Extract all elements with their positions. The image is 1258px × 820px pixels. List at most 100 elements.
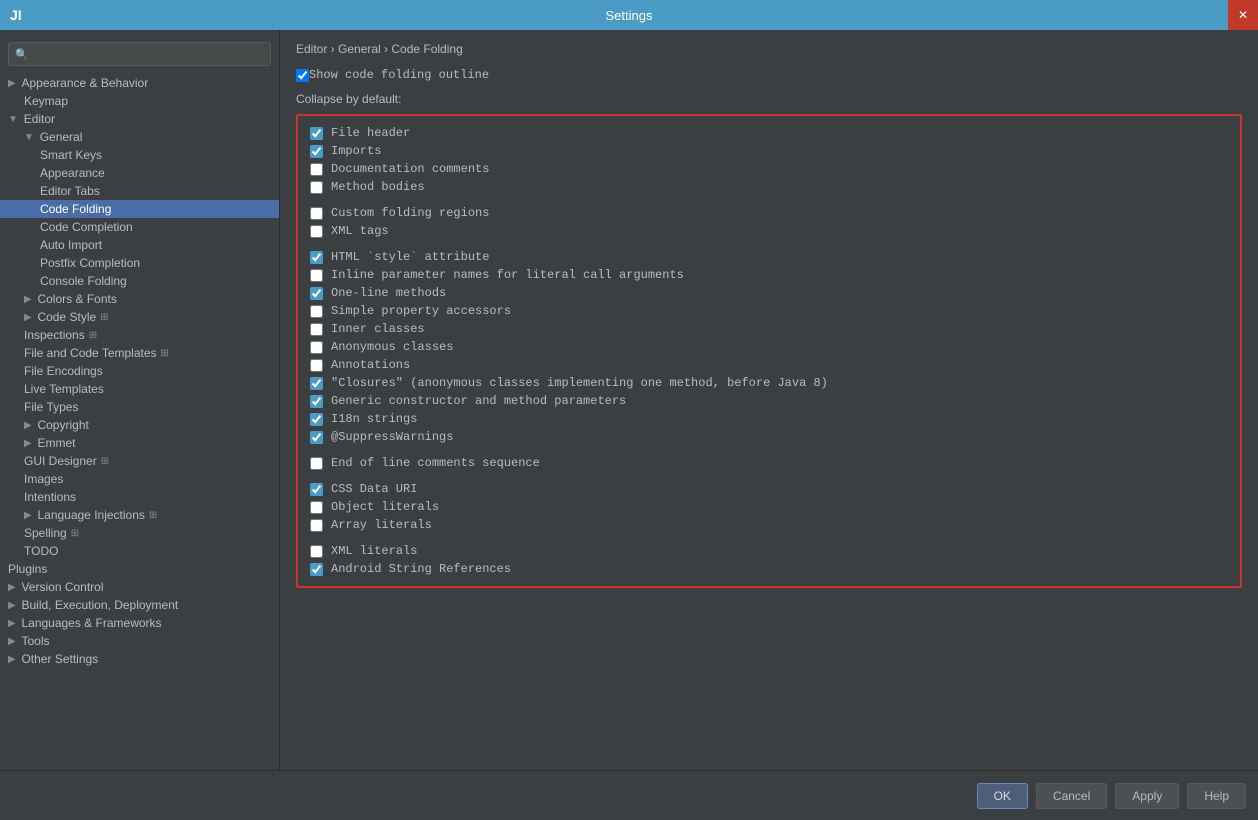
checkbox-android-string-references[interactable] [310,563,323,576]
sidebar-item-code-completion[interactable]: Code Completion [0,218,279,236]
sidebar-item-label: Appearance & Behavior [21,76,148,90]
sidebar-item-todo[interactable]: TODO [0,542,279,560]
checkbox-row-html-style-attribute: HTML `style` attribute [310,248,1228,266]
section-gap [310,472,1228,480]
folding-box: File headerImportsDocumentation comments… [296,114,1242,588]
checkbox-row-end-of-line-comments: End of line comments sequence [310,454,1228,472]
checkbox-one-line-methods[interactable] [310,287,323,300]
checkbox-imports[interactable] [310,145,323,158]
sidebar-item-console-folding[interactable]: Console Folding [0,272,279,290]
checkbox-inner-classes[interactable] [310,323,323,336]
sidebar-item-language-injections[interactable]: ▶ Language Injections⊞ [0,506,279,524]
checkbox-row-annotations: Annotations [310,356,1228,374]
sidebar-item-label: Plugins [8,562,47,576]
sidebar-item-appearance-behavior[interactable]: ▶ Appearance & Behavior [0,74,279,92]
checkbox-label-imports: Imports [331,144,381,158]
sidebar-item-label: Code Folding [40,202,111,216]
checkbox-object-literals[interactable] [310,501,323,514]
checkbox-html-style-attribute[interactable] [310,251,323,264]
sidebar-item-plugins[interactable]: Plugins [0,560,279,578]
checkbox-xml-tags[interactable] [310,225,323,238]
copy-icon: ⊞ [100,312,108,323]
sidebar-item-other-settings[interactable]: ▶ Other Settings [0,650,279,668]
checkbox-row-xml-literals: XML literals [310,542,1228,560]
checkbox-row-array-literals: Array literals [310,516,1228,534]
sidebar-item-code-style[interactable]: ▶ Code Style⊞ [0,308,279,326]
checkbox-array-literals[interactable] [310,519,323,532]
sidebar-item-version-control[interactable]: ▶ Version Control [0,578,279,596]
sidebar-item-label: Live Templates [24,382,104,396]
sidebar-item-label: Emmet [37,436,75,450]
sidebar-item-smart-keys[interactable]: Smart Keys [0,146,279,164]
checkbox-label-file-header: File header [331,126,410,140]
sidebar-item-gui-designer[interactable]: GUI Designer⊞ [0,452,279,470]
sidebar-item-spelling[interactable]: Spelling⊞ [0,524,279,542]
sidebar-item-editor[interactable]: ▼ Editor [0,110,279,128]
checkbox-row-inline-parameter-names: Inline parameter names for literal call … [310,266,1228,284]
sidebar-item-keymap[interactable]: Keymap [0,92,279,110]
sidebar-item-label: Intentions [24,490,76,504]
sidebar-item-live-templates[interactable]: Live Templates [0,380,279,398]
checkbox-css-data-uri[interactable] [310,483,323,496]
checkbox-closures[interactable] [310,377,323,390]
sidebar-item-editor-tabs[interactable]: Editor Tabs [0,182,279,200]
sidebar-item-label: Code Completion [40,220,133,234]
sidebar-item-inspections[interactable]: Inspections⊞ [0,326,279,344]
checkbox-row-file-header: File header [310,124,1228,142]
tree-arrow: ▼ [24,132,37,143]
checkbox-suppress-warnings[interactable] [310,431,323,444]
sidebar-item-tools[interactable]: ▶ Tools [0,632,279,650]
checkbox-custom-folding-regions[interactable] [310,207,323,220]
cancel-button[interactable]: Cancel [1036,783,1107,809]
search-box[interactable]: 🔍 [8,42,271,66]
sidebar-item-label: Language Injections [37,508,144,522]
sidebar-item-general[interactable]: ▼ General [0,128,279,146]
close-button[interactable]: ✕ [1228,0,1258,30]
sidebar-item-label: TODO [24,544,58,558]
sidebar-item-build-execution[interactable]: ▶ Build, Execution, Deployment [0,596,279,614]
sidebar-item-images[interactable]: Images [0,470,279,488]
sidebar-item-file-types[interactable]: File Types [0,398,279,416]
checkbox-end-of-line-comments[interactable] [310,457,323,470]
tree-arrow: ▶ [24,420,34,431]
ok-button[interactable]: OK [977,783,1028,809]
checkbox-anonymous-classes[interactable] [310,341,323,354]
tree-arrow: ▶ [24,312,34,323]
sidebar-item-code-folding[interactable]: Code Folding [0,200,279,218]
checkbox-annotations[interactable] [310,359,323,372]
sidebar-item-copyright[interactable]: ▶ Copyright [0,416,279,434]
search-input[interactable] [33,47,264,61]
checkbox-method-bodies[interactable] [310,181,323,194]
sidebar-item-colors-fonts[interactable]: ▶ Colors & Fonts [0,290,279,308]
sidebar-item-intentions[interactable]: Intentions [0,488,279,506]
sidebar-item-postfix-completion[interactable]: Postfix Completion [0,254,279,272]
checkbox-file-header[interactable] [310,127,323,140]
sidebar-item-file-code-templates[interactable]: File and Code Templates⊞ [0,344,279,362]
tree-arrow: ▶ [8,654,18,665]
checkbox-xml-literals[interactable] [310,545,323,558]
section-gap [310,446,1228,454]
checkbox-inline-parameter-names[interactable] [310,269,323,282]
help-button[interactable]: Help [1187,783,1246,809]
checkbox-label-inner-classes: Inner classes [331,322,425,336]
checkbox-row-android-string-references: Android String References [310,560,1228,578]
checkbox-label-i18n-strings: I18n strings [331,412,417,426]
checkbox-i18n-strings[interactable] [310,413,323,426]
tree-arrow: ▶ [8,618,18,629]
sidebar-item-file-encodings[interactable]: File Encodings [0,362,279,380]
show-outline-checkbox[interactable] [296,69,309,82]
sidebar-item-appearance[interactable]: Appearance [0,164,279,182]
sidebar-item-languages-frameworks[interactable]: ▶ Languages & Frameworks [0,614,279,632]
checkbox-documentation-comments[interactable] [310,163,323,176]
sidebar-item-label: Copyright [37,418,88,432]
sidebar-item-auto-import[interactable]: Auto Import [0,236,279,254]
content-area: Editor › General › Code Folding Show cod… [280,30,1258,770]
checkbox-simple-property-accessors[interactable] [310,305,323,318]
sidebar-item-emmet[interactable]: ▶ Emmet [0,434,279,452]
sidebar-item-label: Postfix Completion [40,256,140,270]
checkbox-label-custom-folding-regions: Custom folding regions [331,206,489,220]
apply-button[interactable]: Apply [1115,783,1179,809]
sidebar-item-label: Colors & Fonts [37,292,116,306]
tree-arrow: ▼ [8,114,21,125]
checkbox-generic-constructor[interactable] [310,395,323,408]
